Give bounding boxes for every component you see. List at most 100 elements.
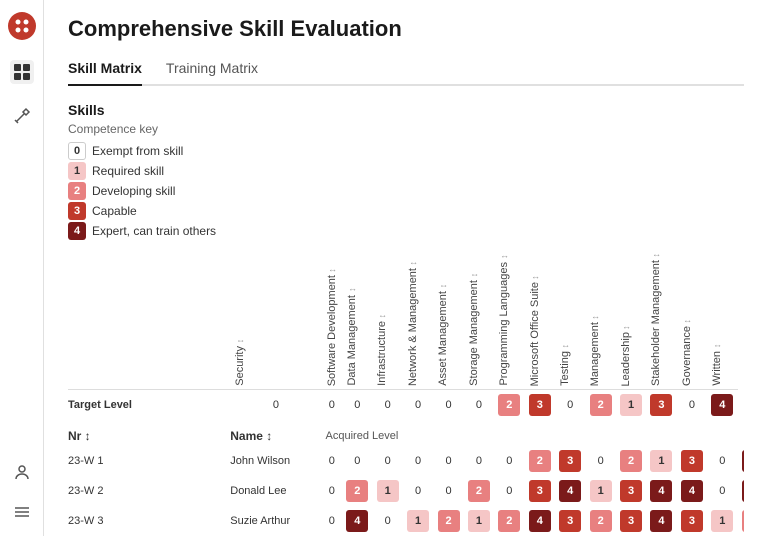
main-content: Comprehensive Skill Evaluation Skill Mat… xyxy=(44,0,768,536)
legend-item-4: 4 Expert, can train others xyxy=(68,222,744,240)
employee-row: 23-W 3Suzie Arthur040121243234312 xyxy=(68,506,744,536)
legend-badge-4: 4 xyxy=(68,222,86,240)
content-area: Skills Competence key 0 Exempt from skil… xyxy=(44,86,768,536)
legend-label-1: Required skill xyxy=(92,164,164,178)
col-header-3[interactable]: Infrastructure xyxy=(372,248,402,389)
emp-name-0: John Wilson xyxy=(230,446,321,476)
target-level-label: Target Level xyxy=(68,389,230,420)
emp-skill-2-11: 4 xyxy=(646,506,676,536)
emp-skill-1-3: 0 xyxy=(403,476,433,506)
emp-skill-1-7: 3 xyxy=(525,476,555,506)
emp-skill-0-2: 0 xyxy=(372,446,402,476)
matrix-body: Target Level000000023021304Nr ↕Name ↕Acq… xyxy=(68,389,744,536)
legend-item-0: 0 Exempt from skill xyxy=(68,142,744,160)
grid-icon[interactable] xyxy=(10,60,34,84)
competence-key-label: Competence key xyxy=(68,122,744,136)
emp-skill-0-4: 0 xyxy=(433,446,463,476)
col-header-12[interactable]: Stakeholder Management xyxy=(646,248,676,389)
legend-item-1: 1 Required skill xyxy=(68,162,744,180)
target-cell-6: 0 xyxy=(464,389,494,420)
menu-icon[interactable] xyxy=(10,500,34,524)
legend-badge-2: 2 xyxy=(68,182,86,200)
user-icon[interactable] xyxy=(10,460,34,484)
col-header-2[interactable]: Data Management xyxy=(342,248,372,389)
emp-skill-0-8: 3 xyxy=(555,446,585,476)
matrix-wrapper: SecuritySoftware DevelopmentData Managem… xyxy=(68,248,744,536)
emp-skill-1-14: 4 xyxy=(738,476,744,506)
emp-skill-1-9: 1 xyxy=(585,476,615,506)
sidebar xyxy=(0,0,44,536)
emp-skill-2-6: 2 xyxy=(494,506,524,536)
emp-skill-2-2: 0 xyxy=(372,506,402,536)
emp-skill-1-0: 0 xyxy=(322,476,343,506)
target-cell-12: 3 xyxy=(646,389,676,420)
emp-skill-1-10: 3 xyxy=(616,476,646,506)
emp-skill-1-2: 1 xyxy=(372,476,402,506)
target-cell-1: 0 xyxy=(322,389,343,420)
emp-skill-2-10: 3 xyxy=(616,506,646,536)
emp-skill-1-1: 2 xyxy=(342,476,372,506)
emp-skill-1-5: 2 xyxy=(464,476,494,506)
col-header-14[interactable]: Written xyxy=(707,248,737,389)
col-header-7[interactable]: Programming Languages xyxy=(494,248,524,389)
emp-name-2: Suzie Arthur xyxy=(230,506,321,536)
col-header-11[interactable]: Leadership xyxy=(616,248,646,389)
tab-training-matrix[interactable]: Training Matrix xyxy=(166,52,258,84)
acquired-level-header: Acquired Level xyxy=(322,426,738,446)
empty-header-1 xyxy=(68,248,230,389)
legend-label-0: Exempt from skill xyxy=(92,144,183,158)
emp-skill-2-0: 0 xyxy=(322,506,343,536)
emp-skill-0-3: 0 xyxy=(403,446,433,476)
emp-nr-1: 23-W 2 xyxy=(68,476,230,506)
emp-skill-2-12: 3 xyxy=(677,506,707,536)
tools-icon[interactable] xyxy=(10,104,34,128)
emp-skill-0-6: 0 xyxy=(494,446,524,476)
col-header-13[interactable]: Governance xyxy=(677,248,707,389)
emp-skill-0-13: 0 xyxy=(707,446,737,476)
target-level-row: Target Level000000023021304 xyxy=(68,389,744,420)
target-cell-11: 1 xyxy=(616,389,646,420)
emp-name-1: Donald Lee xyxy=(230,476,321,506)
emp-skill-0-1: 0 xyxy=(342,446,372,476)
legend-item-2: 2 Developing skill xyxy=(68,182,744,200)
skills-title: Skills xyxy=(68,102,744,118)
col-header-8[interactable]: Microsoft Office Suite xyxy=(525,248,555,389)
emp-skill-2-14: 2 xyxy=(738,506,744,536)
emp-skill-0-0: 0 xyxy=(322,446,343,476)
legend-label-3: Capable xyxy=(92,204,137,218)
emp-skill-1-4: 0 xyxy=(433,476,463,506)
emp-skill-0-11: 1 xyxy=(646,446,676,476)
legend-badge-0: 0 xyxy=(68,142,86,160)
skill-matrix-table: SecuritySoftware DevelopmentData Managem… xyxy=(68,248,744,536)
emp-col-header-1[interactable]: Name ↕ xyxy=(230,426,321,446)
emp-col-header-0[interactable]: Nr ↕ xyxy=(68,426,230,446)
col-header-4[interactable]: Network & Management xyxy=(403,248,433,389)
col-header-1[interactable]: Software Development xyxy=(322,248,343,389)
sidebar-bottom xyxy=(10,460,34,524)
col-header-5[interactable]: Asset Management xyxy=(433,248,463,389)
target-cell-10: 2 xyxy=(585,389,615,420)
emp-skill-0-9: 0 xyxy=(585,446,615,476)
employee-row: 23-W 1John Wilson000000023021304 xyxy=(68,446,744,476)
emp-skill-1-11: 4 xyxy=(646,476,676,506)
col-header-0[interactable]: Security xyxy=(230,248,321,389)
target-cell-14: 4 xyxy=(707,389,737,420)
tab-skill-matrix[interactable]: Skill Matrix xyxy=(68,52,142,84)
col-header-6[interactable]: Storage Management xyxy=(464,248,494,389)
emp-nr-2: 23-W 3 xyxy=(68,506,230,536)
col-header-10[interactable]: Management xyxy=(585,248,615,389)
legend: 0 Exempt from skill 1 Required skill 2 D… xyxy=(68,142,744,240)
emp-skill-2-8: 3 xyxy=(555,506,585,536)
col-header-9[interactable]: Testing xyxy=(555,248,585,389)
target-cell-8: 3 xyxy=(525,389,555,420)
target-cell-5: 0 xyxy=(433,389,463,420)
target-cell-4: 0 xyxy=(403,389,433,420)
emp-skill-2-3: 1 xyxy=(403,506,433,536)
target-cell-2: 0 xyxy=(342,389,372,420)
target-cell-13: 0 xyxy=(677,389,707,420)
emp-skill-1-12: 4 xyxy=(677,476,707,506)
emp-skill-2-13: 1 xyxy=(707,506,737,536)
legend-label-2: Developing skill xyxy=(92,184,175,198)
emp-skill-1-13: 0 xyxy=(707,476,737,506)
tab-bar: Skill Matrix Training Matrix xyxy=(68,52,744,86)
